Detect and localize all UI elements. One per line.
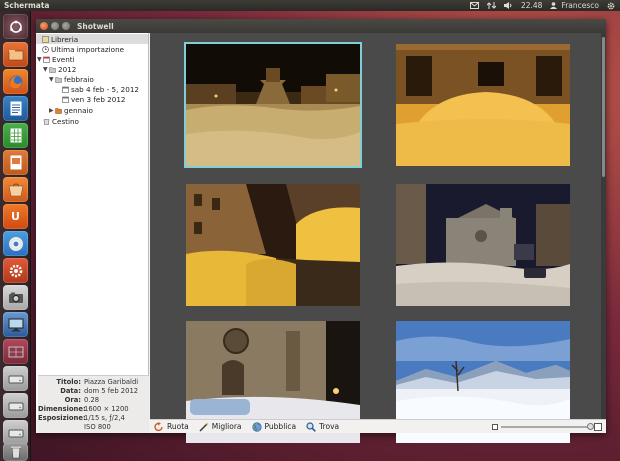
network-icon[interactable] (486, 2, 497, 9)
library-icon (42, 35, 49, 43)
zoom-in-icon[interactable] (594, 423, 602, 431)
sidebar-item-gennaio[interactable]: ▶ gennaio (49, 105, 93, 115)
expander-open-icon[interactable]: ▼ (37, 56, 42, 63)
folder-icon (49, 66, 56, 73)
shotwell-window: Shotwell Libreria Ultima importazione ▼ … (36, 19, 606, 443)
sidebar-item-label: Eventi (52, 54, 75, 64)
events-icon (43, 56, 50, 63)
enhance-button[interactable]: Migliora (199, 422, 242, 432)
search-icon (306, 421, 316, 432)
sidebar-item-2012[interactable]: ▼ 2012 (43, 64, 76, 74)
sidebar-item-label: gennaio (64, 105, 93, 115)
user-name: Francesco (561, 1, 599, 10)
software-center-icon[interactable] (3, 177, 28, 202)
rotate-button[interactable]: Ruota (154, 421, 189, 432)
grid-scrollbar[interactable] (601, 33, 606, 419)
sidebar-item-event-2[interactable]: ven 3 feb 2012 (62, 94, 125, 104)
mail-icon[interactable] (469, 2, 479, 9)
trash-icon (43, 118, 50, 125)
drive-icon-2[interactable] (3, 393, 28, 418)
rotate-icon (154, 421, 164, 432)
settings-icon[interactable] (3, 258, 28, 283)
find-button[interactable]: Trova (306, 421, 339, 432)
workspace-switcher-icon[interactable] (3, 339, 28, 364)
zoom-out-icon[interactable] (492, 424, 498, 430)
bottom-toolbar: Ruota Migliora Pubblica Trova (150, 419, 606, 433)
ubuntu-one-icon[interactable]: U (3, 204, 28, 229)
clock-icon (42, 45, 49, 53)
chromium-icon[interactable] (3, 231, 28, 256)
event-icon (62, 96, 69, 103)
firefox-icon[interactable] (3, 69, 28, 94)
volume-icon[interactable] (503, 2, 513, 9)
sidebar-item-label: sab 4 feb - 5, 2012 (71, 84, 139, 94)
launcher: U (0, 11, 31, 461)
sidebar-item-label: Cestino (52, 116, 79, 126)
sidebar-item-last-import[interactable]: Ultima importazione (42, 44, 124, 54)
sidebar-item-trash[interactable]: Cestino (43, 116, 79, 126)
photo-thumbnail[interactable] (184, 42, 362, 168)
metadata-date-row: Data: dom 5 feb 2012 (60, 387, 139, 395)
sidebar: Libreria Ultima importazione ▼ Eventi ▼ … (36, 33, 149, 433)
dash-icon[interactable] (3, 14, 28, 39)
shotwell-icon[interactable] (3, 285, 28, 310)
zoom-knob[interactable] (587, 423, 594, 430)
metadata-title-row: Titolo: Piazza Garibaldi (56, 378, 139, 386)
sidebar-item-febbraio[interactable]: ▼ febbraio (49, 74, 94, 84)
sidebar-item-label: Libreria (51, 34, 79, 44)
photo-thumbnail[interactable] (396, 44, 570, 166)
expander-open-icon[interactable]: ▼ (49, 76, 54, 83)
magic-wand-icon (199, 422, 209, 432)
drive-icon-3[interactable] (3, 420, 28, 445)
sidebar-item-label: Ultima importazione (51, 44, 125, 54)
zoom-track[interactable] (501, 423, 594, 430)
active-app-name: Schermata (4, 1, 50, 10)
sidebar-item-library[interactable]: Libreria (36, 34, 148, 44)
sidebar-item-label: ven 3 feb 2012 (71, 94, 126, 104)
trash-icon[interactable] (3, 443, 28, 461)
folder-icon (55, 76, 62, 83)
metadata-iso-row: ISO 800 (84, 423, 111, 431)
impress-icon[interactable] (3, 150, 28, 175)
sidebar-item-label: febbraio (64, 74, 94, 84)
calc-icon[interactable] (3, 123, 28, 148)
zoom-slider[interactable] (492, 423, 602, 431)
monitor-icon[interactable] (3, 312, 28, 337)
metadata-panel: Titolo: Piazza Garibaldi Data: dom 5 feb… (38, 375, 149, 433)
drive-icon-1[interactable] (3, 366, 28, 391)
photo-grid (150, 33, 606, 443)
gear-icon[interactable] (607, 2, 616, 10)
photo-thumbnail[interactable] (396, 184, 570, 306)
expander-closed-icon[interactable]: ▶ (49, 107, 54, 114)
window-title: Shotwell (77, 21, 114, 31)
maximize-button[interactable] (62, 22, 70, 30)
metadata-exposure-row: Esposizione: 1/15 s, ƒ/2,4 (38, 414, 125, 422)
sidebar-item-event-1[interactable]: sab 4 feb - 5, 2012 (62, 84, 139, 94)
minimize-button[interactable] (51, 22, 59, 30)
sidebar-item-events[interactable]: ▼ Eventi (37, 54, 75, 64)
window-titlebar[interactable]: Shotwell (36, 19, 606, 33)
metadata-time-row: Ora: 0.28 (64, 396, 100, 404)
close-button[interactable] (40, 22, 48, 30)
writer-icon[interactable] (3, 96, 28, 121)
files-icon[interactable] (3, 42, 28, 67)
globe-icon (251, 421, 262, 432)
publish-button[interactable]: Pubblica (251, 421, 296, 432)
metadata-dimension-row: Dimensione: 1600 × 1200 (38, 405, 129, 413)
expander-open-icon[interactable]: ▼ (43, 66, 48, 73)
user-menu[interactable]: Francesco (550, 1, 599, 10)
top-panel: Schermata 22.48 Francesco (0, 0, 620, 11)
sidebar-item-label: 2012 (58, 64, 77, 74)
photo-thumbnail[interactable] (186, 184, 360, 306)
scrollbar-thumb[interactable] (602, 37, 605, 177)
event-icon (62, 86, 69, 93)
folder-icon (55, 107, 62, 114)
clock[interactable]: 22.48 (521, 1, 542, 10)
indicators: 22.48 Francesco (469, 1, 616, 10)
user-icon (550, 2, 559, 9)
